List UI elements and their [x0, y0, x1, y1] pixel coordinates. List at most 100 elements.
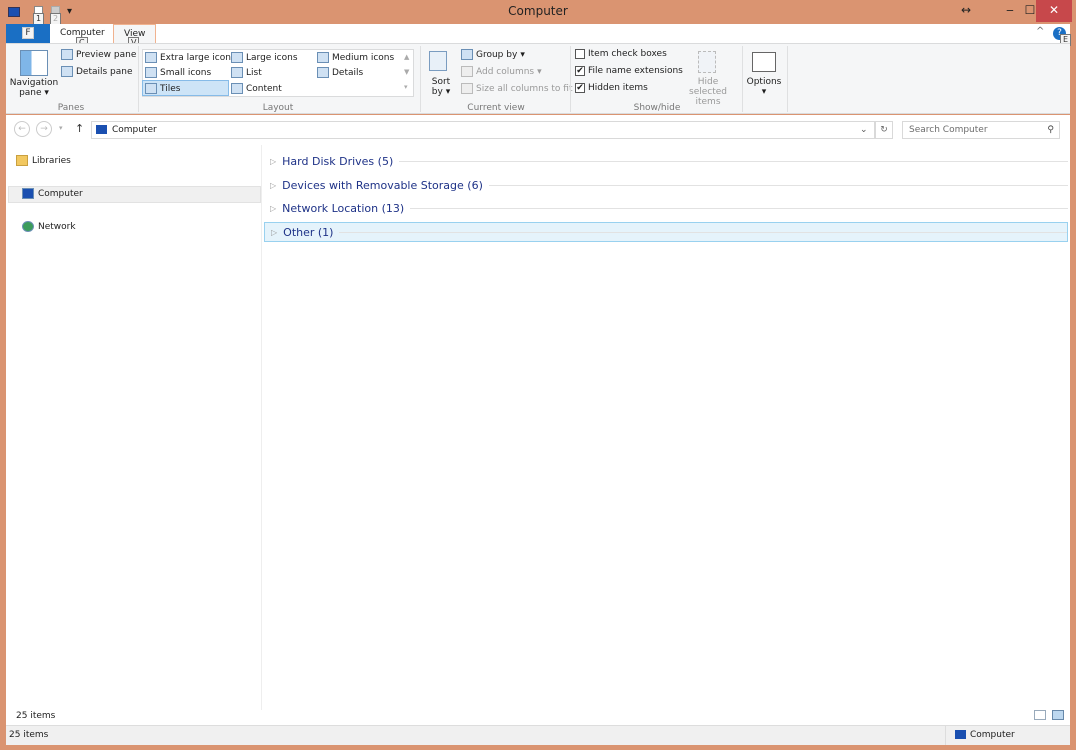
libraries-icon [16, 155, 28, 166]
large-icons-icon [231, 52, 243, 63]
details-pane-icon [61, 66, 73, 77]
nav-label: Network [38, 221, 76, 232]
group-hard-disk-drives[interactable]: ▷ Hard Disk Drives (5) [264, 151, 1068, 171]
recent-locations-button[interactable]: ▾ [59, 124, 63, 132]
details-icon [317, 67, 329, 78]
file-key: F [22, 27, 34, 39]
list-icon [231, 67, 243, 78]
layout-list[interactable]: List [231, 67, 262, 78]
address-dropdown-icon[interactable]: ⌄ [860, 122, 868, 138]
network-icon [22, 221, 34, 232]
sort-by-label: Sort by [431, 77, 451, 97]
layout-label: Extra large icons [160, 52, 236, 63]
preview-pane-label: Preview pane [76, 49, 137, 60]
group-by-button[interactable]: Group by ▾ [461, 49, 525, 60]
sort-by-button[interactable]: Sort by ▾ [426, 77, 456, 97]
details-pane-button[interactable]: Details pane [61, 66, 133, 77]
size-columns-label: Size all columns to fit [476, 83, 573, 94]
collapse-ribbon-icon[interactable]: ^ [1036, 26, 1044, 37]
group-by-icon [461, 49, 473, 60]
up-button[interactable]: ↑ [75, 122, 84, 135]
computer-icon [22, 188, 34, 199]
close-button[interactable]: ✕ [1036, 0, 1072, 22]
layout-large-icons[interactable]: Large icons [231, 52, 298, 63]
search-icon: ⚲ [1047, 125, 1054, 135]
options-label: Options [746, 77, 782, 87]
item-count-inner: 25 items [16, 711, 56, 721]
medium-icons-icon [317, 52, 329, 63]
search-placeholder: Search Computer [909, 125, 988, 135]
layout-content[interactable]: Content [231, 83, 282, 94]
search-input[interactable]: Search Computer ⚲ [902, 121, 1060, 139]
group-network-location[interactable]: ▷ Network Location (13) [264, 198, 1068, 218]
forward-button[interactable]: → [36, 121, 52, 137]
add-columns-button[interactable]: Add columns ▾ [461, 66, 542, 77]
options-button[interactable]: Options ▾ [744, 77, 784, 97]
group-by-label: Group by [476, 49, 518, 60]
layout-details[interactable]: Details [317, 67, 363, 78]
layout-label: Small icons [160, 67, 212, 78]
item-check-boxes-checkbox[interactable]: Item check boxes [575, 49, 667, 59]
options-icon [752, 52, 776, 72]
small-icons-icon [145, 67, 157, 78]
gallery-scroll[interactable]: ▲ ▼ ▾ [404, 50, 409, 95]
refresh-button[interactable]: ↻ [875, 121, 893, 139]
details-view-button[interactable] [1034, 710, 1046, 720]
computer-icon [955, 730, 966, 739]
group-other[interactable]: ▷ Other (1) [264, 222, 1068, 242]
address-row: ← → ▾ ↑ Computer ⌄ ↻ Search Computer ⚲ [6, 115, 1070, 145]
computer-icon [96, 125, 107, 134]
size-columns-icon [461, 83, 473, 94]
navigation-pane-button[interactable]: Navigation pane ▾ [8, 78, 60, 98]
content-icon [231, 83, 243, 94]
layout-tiles[interactable]: Tiles [145, 83, 180, 94]
layout-extra-large-icons[interactable]: Extra large icons [145, 52, 236, 63]
status-bar: 25 items Computer [6, 725, 1070, 745]
layout-label: Tiles [160, 83, 181, 94]
group-removable-storage[interactable]: ▷ Devices with Removable Storage (6) [264, 175, 1068, 195]
ribbon-tabs: F Computer View C V ^ ? E [6, 24, 1072, 49]
layout-label: Medium icons [332, 52, 395, 63]
nav-item-computer[interactable]: Computer [22, 188, 83, 199]
large-icons-view-button[interactable] [1052, 710, 1064, 720]
current-view-group-label: Current view [467, 103, 525, 113]
address-path: Computer [112, 125, 157, 135]
hidden-items-label: Hidden items [588, 83, 648, 93]
nav-label: Computer [38, 188, 83, 199]
add-columns-label: Add columns [476, 66, 535, 77]
group-label: Hard Disk Drives (5) [282, 154, 394, 168]
preview-pane-icon [61, 49, 73, 60]
file-name-extensions-checkbox[interactable]: ✔ File name extensions [575, 66, 683, 76]
layout-label: Content [246, 83, 282, 94]
expand-icon: ▷ [270, 180, 277, 190]
preview-pane-button[interactable]: Preview pane [61, 49, 136, 60]
hide-selected-icon [698, 51, 716, 73]
nav-item-libraries[interactable]: Libraries [16, 155, 71, 166]
address-bar[interactable]: Computer ⌄ [91, 121, 875, 139]
nav-item-network[interactable]: Network [22, 221, 76, 232]
layout-small-icons[interactable]: Small icons [145, 67, 211, 78]
nav-label: Libraries [32, 155, 71, 166]
extra-large-icons-icon [145, 52, 157, 63]
layout-group-label: Layout [262, 103, 294, 113]
size-columns-button[interactable]: Size all columns to fit [461, 83, 573, 94]
layout-medium-icons[interactable]: Medium icons [317, 52, 394, 63]
back-button[interactable]: ← [14, 121, 30, 137]
ribbon: Navigation pane ▾ Preview pane Details p… [6, 43, 1070, 114]
tab-file[interactable]: F [6, 24, 50, 43]
details-pane-label: Details pane [76, 66, 133, 77]
navigation-pane: Libraries Computer Network [6, 145, 262, 710]
navigation-pane-icon [20, 50, 48, 76]
expand-icon: ▷ [270, 156, 277, 166]
resize-icon: ↔ [960, 3, 972, 17]
expand-icon: ▷ [271, 227, 278, 237]
sort-by-icon [429, 51, 447, 71]
main-area: Libraries Computer Network ▷ Hard Disk Dr… [6, 145, 1070, 725]
file-name-extensions-label: File name extensions [588, 66, 683, 76]
add-columns-icon [461, 66, 473, 77]
layout-label: Large icons [246, 52, 298, 63]
hidden-items-checkbox[interactable]: ✔ Hidden items [575, 83, 648, 93]
item-count: 25 items [9, 730, 49, 740]
panes-group-label: Panes [57, 103, 85, 113]
group-label: Other (1) [283, 225, 334, 239]
